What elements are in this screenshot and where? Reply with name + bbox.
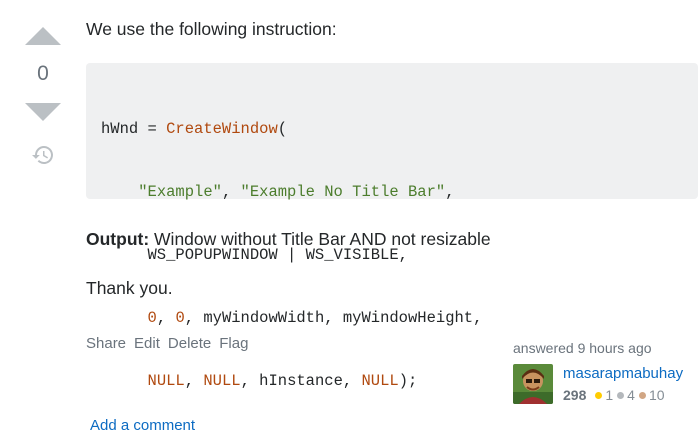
code-line: "Example", "Example No Title Bar",: [101, 182, 698, 203]
add-comment-link[interactable]: Add a comment: [90, 417, 195, 434]
code-token: "Example": [138, 183, 222, 201]
user-card: answered 9 hours ago masarapmabuhay 298 …: [513, 339, 698, 404]
answer-body: We use the following instruction:: [86, 17, 698, 41]
output-text: Window without Title Bar AND not resizab…: [149, 229, 491, 249]
share-link[interactable]: Share: [86, 335, 126, 352]
code-token: CreateWindow: [166, 120, 278, 138]
code-token: ,: [184, 372, 204, 390]
code-token: NULL: [361, 372, 399, 390]
silver-badge-count: 4: [627, 387, 635, 403]
code-token: ,: [221, 183, 241, 201]
code-token: , hInstance,: [240, 372, 362, 390]
upvote-button[interactable]: [21, 22, 65, 50]
code-token: hWnd =: [101, 120, 167, 138]
code-token: "Example No Title Bar": [240, 183, 446, 201]
edit-link[interactable]: Edit: [134, 335, 160, 352]
code-line: 0, 0, myWindowWidth, myWindowHeight,: [101, 308, 698, 329]
thanks-text: Thank you.: [86, 278, 173, 298]
timeline-button[interactable]: [28, 140, 58, 170]
answered-time: answered 9 hours ago: [513, 340, 652, 356]
reputation-score: 298: [563, 387, 587, 403]
code-token: ,: [156, 309, 176, 327]
code-token: 0: [175, 309, 185, 327]
code-block: hWnd = CreateWindow( "Example", "Example…: [86, 63, 698, 390]
downvote-button[interactable]: [21, 98, 65, 126]
code-token: (: [277, 120, 288, 138]
vote-count: 0: [37, 62, 49, 85]
triangle-down-icon: [25, 103, 61, 121]
code-token: ,: [445, 183, 455, 201]
bronze-badge-count: 10: [648, 387, 665, 403]
vote-column: 0: [20, 22, 66, 170]
bronze-badge-icon: [638, 391, 646, 399]
user-stats: 298 1 4 10: [563, 386, 683, 404]
code-token: );: [398, 372, 418, 390]
user-name-link[interactable]: masarapmabuhay: [563, 364, 683, 383]
triangle-up-icon: [25, 27, 61, 45]
gold-badge-icon: [595, 391, 603, 399]
code-line: hWnd = CreateWindow(: [101, 119, 698, 140]
intro-text: We use the following instruction:: [86, 19, 337, 39]
output-paragraph: Output: Window without Title Bar AND not…: [86, 227, 491, 251]
flag-link[interactable]: Flag: [219, 335, 248, 352]
avatar[interactable]: [513, 364, 553, 404]
post-menu: Share Edit Delete Flag: [86, 335, 248, 352]
code-token: , myWindowWidth, myWindowHeight,: [184, 309, 483, 327]
output-label: Output:: [86, 229, 150, 249]
gold-badge-count: 1: [605, 387, 614, 403]
code-token: NULL: [203, 372, 241, 390]
history-icon: [32, 146, 53, 164]
avatar-image: [513, 364, 553, 404]
code-token: 0: [147, 309, 157, 327]
delete-link[interactable]: Delete: [168, 335, 211, 352]
code-token: NULL: [147, 372, 185, 390]
silver-badge-icon: [617, 391, 625, 399]
